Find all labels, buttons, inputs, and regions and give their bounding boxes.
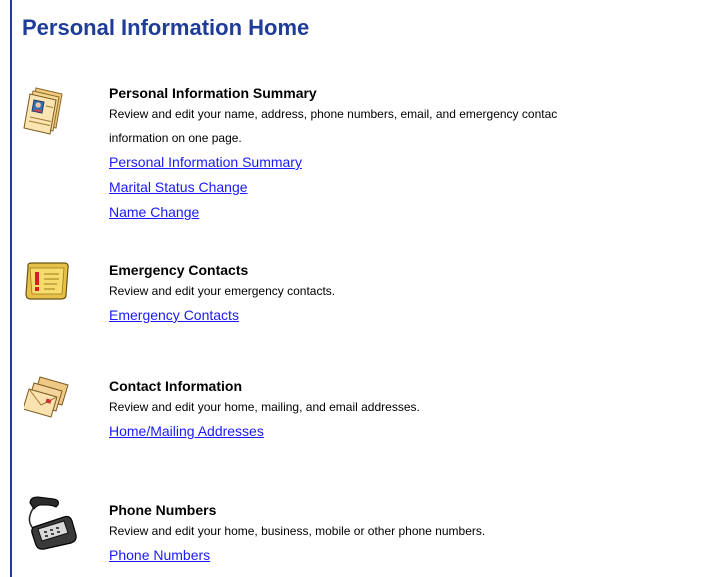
emergency-contact-card-icon: [24, 259, 76, 307]
section-content: Emergency Contacts Review and edit your …: [109, 261, 702, 328]
section-description: Review and edit your emergency contacts.: [109, 279, 702, 303]
description-line: Review and edit your home, business, mob…: [109, 524, 486, 538]
home-mailing-addresses-link[interactable]: Home/Mailing Addresses: [109, 419, 702, 444]
section-content: Personal Information Summary Review and …: [109, 84, 702, 225]
section-heading: Emergency Contacts: [109, 262, 249, 278]
section-heading: Personal Information Summary: [109, 85, 317, 101]
description-line: information on one page.: [109, 131, 242, 145]
section-content: Contact Information Review and edit your…: [109, 377, 702, 444]
personal-info-folder-icon: [22, 84, 74, 135]
description-line: Review and edit your home, mailing, and …: [109, 400, 420, 414]
section-description: Review and edit your name, address, phon…: [109, 102, 702, 150]
telephone-icon: [24, 493, 80, 551]
description-line: Review and edit your emergency contacts.: [109, 284, 336, 298]
section-description: Review and edit your home, mailing, and …: [109, 395, 702, 419]
description-line: Review and edit your name, address, phon…: [109, 107, 558, 121]
envelopes-icon: [22, 375, 76, 423]
personal-information-summary-link[interactable]: Personal Information Summary: [109, 150, 702, 175]
section-description: Review and edit your home, business, mob…: [109, 519, 702, 543]
section-heading: Phone Numbers: [109, 502, 217, 518]
marital-status-change-link[interactable]: Marital Status Change: [109, 175, 702, 200]
left-border-rule: [10, 0, 12, 577]
section-content: Phone Numbers Review and edit your home,…: [109, 501, 702, 568]
name-change-link[interactable]: Name Change: [109, 200, 702, 225]
section-heading: Contact Information: [109, 378, 242, 394]
page-title: Personal Information Home: [22, 15, 310, 40]
emergency-contacts-link[interactable]: Emergency Contacts: [109, 303, 702, 328]
phone-numbers-link[interactable]: Phone Numbers: [109, 543, 702, 568]
